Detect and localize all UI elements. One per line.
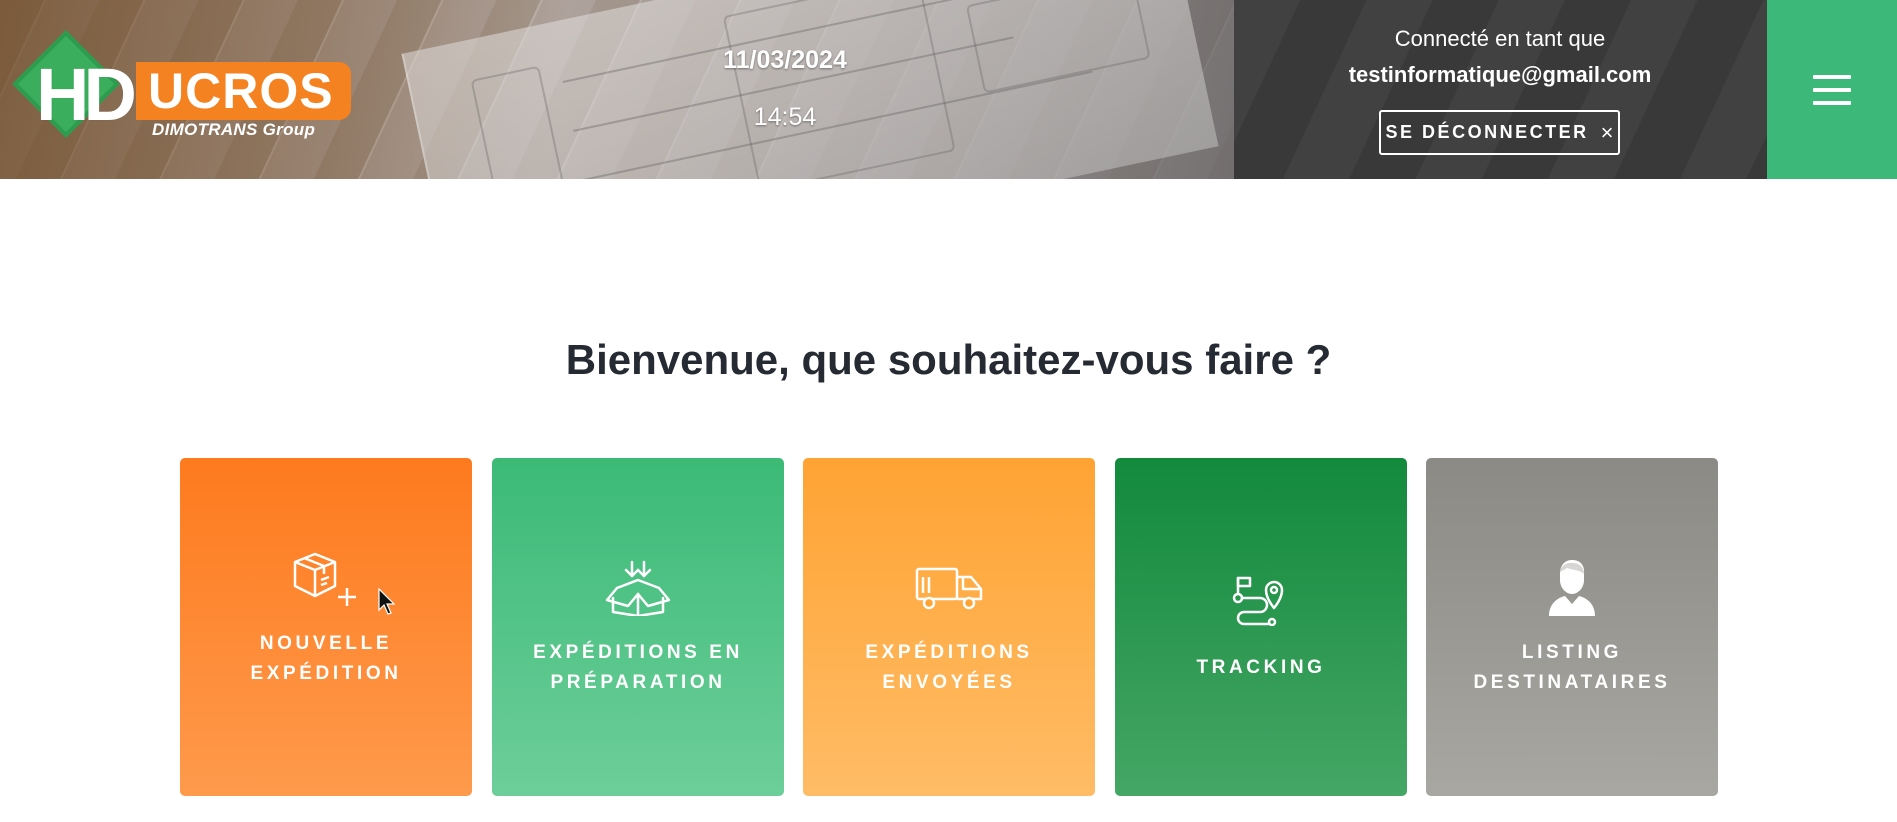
hd-ucros-logo[interactable]: HD UCROS DIMOTRANS Group — [8, 24, 351, 154]
logo-hd: HD — [36, 53, 137, 136]
box-open-arrow-icon — [492, 560, 784, 616]
current-time: 14:54 — [753, 103, 817, 131]
tile-label: NOUVELLE EXPÉDITION — [250, 633, 402, 684]
connected-as-label: Connecté en tant que — [1394, 26, 1606, 51]
user-email: testinformatique@gmail.com — [1348, 62, 1652, 87]
header-photo-document — [401, 0, 1219, 179]
truck-icon — [803, 565, 1095, 611]
page-title: Bienvenue, que souhaitez-vous faire ? — [565, 336, 1332, 383]
tile-label: EXPÉDITIONS EN PRÉPARATION — [533, 642, 743, 693]
mouse-cursor-icon — [378, 588, 396, 615]
tile-label: EXPÉDITIONS ENVOYÉES — [865, 642, 1033, 693]
tile-listing-destinataires[interactable]: LISTING DESTINATAIRES — [1426, 458, 1718, 796]
tile-label: TRACKING — [1196, 657, 1326, 678]
tile-expeditions-envoyees[interactable]: EXPÉDITIONS ENVOYÉES — [803, 458, 1095, 796]
close-icon: × — [1600, 119, 1614, 145]
site-header: HD UCROS DIMOTRANS Group 11/03/2024 14:5… — [0, 0, 1897, 179]
person-icon — [1426, 558, 1718, 616]
route-pin-icon — [1115, 574, 1407, 626]
tile-tracking[interactable]: TRACKING — [1115, 458, 1407, 796]
tile-label: LISTING DESTINATAIRES — [1473, 642, 1671, 693]
tile-expeditions-preparation[interactable]: EXPÉDITIONS EN PRÉPARATION — [492, 458, 784, 796]
current-date: 11/03/2024 — [723, 46, 847, 74]
logo-group-text: DIMOTRANS Group — [152, 120, 316, 139]
box-plus-icon — [180, 550, 472, 608]
logout-button[interactable]: SE DÉCONNECTER × — [1379, 110, 1620, 155]
tile-nouvelle-expedition[interactable]: NOUVELLE EXPÉDITION — [180, 458, 472, 796]
logo-ucros: UCROS — [148, 63, 334, 119]
logout-label: SE DÉCONNECTER — [1385, 122, 1589, 142]
hamburger-icon[interactable] — [1813, 75, 1851, 105]
